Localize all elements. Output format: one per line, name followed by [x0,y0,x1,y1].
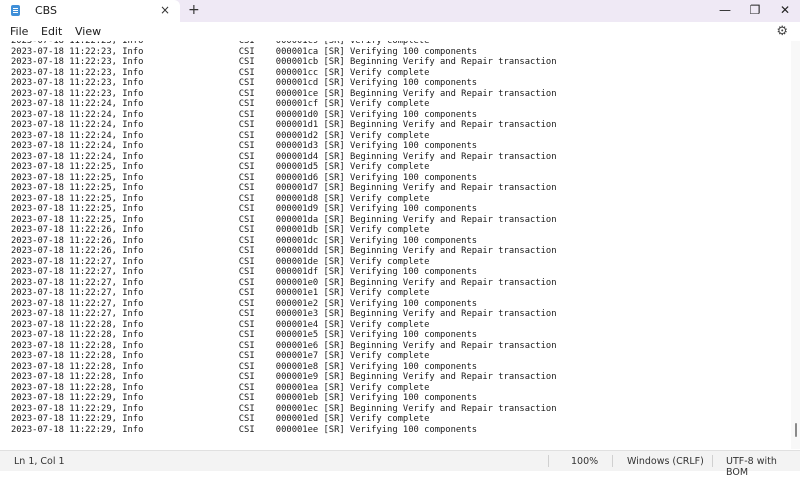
text-line: 2023-07-18 11:22:25, Info CSI 000001da [… [11,214,557,225]
text-line: 2023-07-18 11:22:27, Info CSI 000001df [… [11,267,478,277]
gear-icon[interactable]: ⚙ [776,24,788,39]
text-line: 2023-07-18 11:22:25, Info CSI 000001d9 [… [11,204,478,214]
new-tab-button[interactable]: + [188,2,200,18]
text-line: 2023-07-18 11:22:29, Info CSI 000001ee [… [11,424,478,435]
text-line: 2023-07-18 11:22:23, Info CSI 000001cb [… [11,57,557,67]
text-line: 2023-07-18 11:22:27, Info CSI 000001de [… [11,256,430,267]
text-line: 2023-07-18 11:22:27, Info CSI 000001e0 [… [11,277,557,288]
text-line: 2023-07-18 11:22:24, Info CSI 000001d0 [… [11,109,478,120]
text-line: 2023-07-18 11:22:23, Info CSI 000001cd [… [11,78,478,88]
text-line: 2023-07-18 11:22:29, Info CSI 000001ed [… [11,414,430,424]
text-line: 2023-07-18 11:22:24, Info CSI 000001d3 [… [11,141,478,151]
encoding[interactable]: UTF-8 with BOM [726,456,800,478]
text-line: 2023-07-18 11:22:27, Info CSI 000001e3 [… [11,309,557,319]
status-bar: Ln 1, Col 1 100% Windows (CRLF) UTF-8 wi… [0,450,800,478]
text-line: 2023-07-18 11:22:27, Info CSI 000001e1 [… [11,288,430,298]
line-ending[interactable]: Windows (CRLF) [627,456,704,467]
status-divider [712,455,713,467]
text-line: 2023-07-18 11:22:28, Info CSI 000001e5 [… [11,330,478,340]
text-line: 2023-07-18 11:22:28, Info CSI 000001e4 [… [11,319,430,330]
close-window-button[interactable]: ✕ [770,0,800,22]
text-line: 2023-07-18 11:22:28, Info CSI 000001e6 [… [11,340,557,351]
text-line: 2023-07-18 11:22:28, Info CSI 000001ea [… [11,382,430,393]
menu-bar: File Edit View ⚙ [0,22,800,41]
tab-title: CBS [35,4,58,17]
text-line: 2023-07-18 11:22:25, Info CSI 000001d6 [… [11,172,478,183]
text-editor[interactable]: 2023-07-18 11:22:23, Info CSI 000001c9 [… [0,41,790,449]
cursor-position[interactable]: Ln 1, Col 1 [14,456,65,467]
maximize-button[interactable]: ❐ [740,0,770,22]
text-line: 2023-07-18 11:22:26, Info CSI 000001dc [… [11,235,478,246]
text-line: 2023-07-18 11:22:28, Info CSI 000001e9 [… [11,372,557,382]
scrollbar-thumb[interactable] [795,423,797,437]
status-divider [548,455,549,467]
text-line: 2023-07-18 11:22:29, Info CSI 000001eb [… [11,393,478,403]
text-line: 2023-07-18 11:22:23, Info CSI 000001cc [… [11,67,430,78]
text-line: 2023-07-18 11:22:24, Info CSI 000001cf [… [11,99,430,109]
text-content: 2023-07-18 11:22:23, Info CSI 000001c9 [… [11,41,557,435]
text-line: 2023-07-18 11:22:28, Info CSI 000001e7 [… [11,351,430,361]
vertical-scrollbar[interactable] [791,41,800,449]
status-divider [612,455,613,467]
menu-edit[interactable]: Edit [41,25,62,38]
tab-cbs[interactable]: CBS × [0,0,180,22]
minimize-button[interactable]: — [710,0,740,22]
text-line: 2023-07-18 11:22:23, Info CSI 000001ce [… [11,88,557,99]
menu-file[interactable]: File [10,25,28,38]
text-line: 2023-07-18 11:22:24, Info CSI 000001d1 [… [11,120,557,130]
text-line: 2023-07-18 11:22:29, Info CSI 000001ec [… [11,403,557,414]
text-line: 2023-07-18 11:22:24, Info CSI 000001d4 [… [11,151,557,162]
menu-view[interactable]: View [75,25,101,38]
zoom-level[interactable]: 100% [571,456,598,467]
text-line: 2023-07-18 11:22:28, Info CSI 000001e8 [… [11,361,478,372]
text-line: 2023-07-18 11:22:23, Info CSI 000001ca [… [11,46,478,57]
text-line: 2023-07-18 11:22:25, Info CSI 000001d7 [… [11,183,557,193]
notepad-icon [11,5,20,16]
text-line: 2023-07-18 11:22:27, Info CSI 000001e2 [… [11,298,478,309]
text-line: 2023-07-18 11:22:26, Info CSI 000001db [… [11,225,430,235]
text-line: 2023-07-18 11:22:25, Info CSI 000001d8 [… [11,193,430,204]
text-line: 2023-07-18 11:22:26, Info CSI 000001dd [… [11,246,557,256]
text-line: 2023-07-18 11:22:24, Info CSI 000001d2 [… [11,130,430,141]
text-line: 2023-07-18 11:22:25, Info CSI 000001d5 [… [11,162,430,172]
title-bar: CBS × + — ❐ ✕ [0,0,800,22]
close-tab-button[interactable]: × [160,3,170,17]
